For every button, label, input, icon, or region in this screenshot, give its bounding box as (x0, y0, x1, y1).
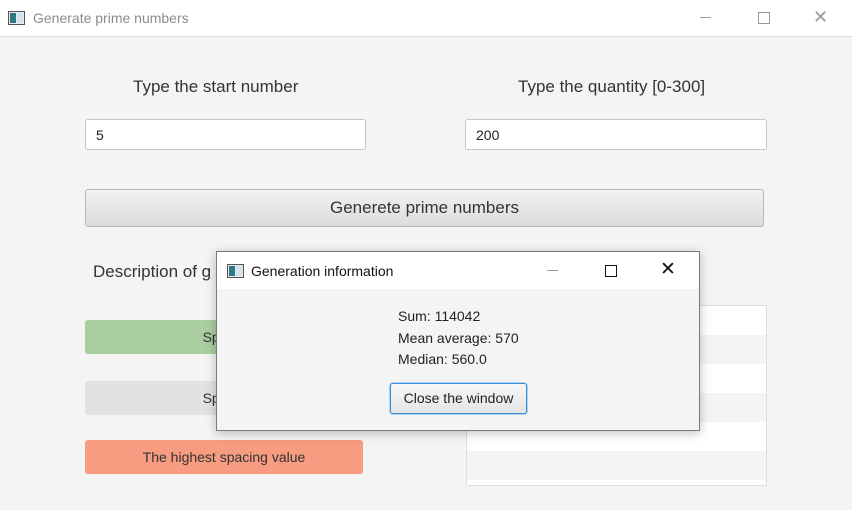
generate-button[interactable]: Generete prime numbers (85, 189, 764, 227)
quantity-label: Type the quantity [0-300] (518, 77, 706, 96)
close-icon: ✕ (813, 7, 829, 27)
minimize-button[interactable] (682, 0, 728, 36)
app-icon (8, 11, 25, 25)
list-item[interactable] (467, 451, 766, 480)
close-window-button[interactable]: Close the window (390, 383, 527, 414)
start-number-label: Type the start number (133, 77, 299, 96)
maximize-button[interactable] (740, 0, 786, 36)
sum-text: Sum: 114042 (398, 308, 481, 324)
mean-text: Mean average: 570 (398, 330, 519, 346)
dialog-titlebar: Generation information ✕ (217, 252, 699, 289)
window-titlebar: Generate prime numbers ✕ (0, 0, 852, 37)
dialog-maximize-icon[interactable] (605, 265, 617, 277)
generation-info-dialog: Generation information ✕ Sum: 114042 Mea… (216, 251, 700, 431)
legend-red: The highest spacing value (85, 440, 363, 474)
dialog-close-icon[interactable]: ✕ (660, 259, 676, 281)
dialog-app-icon (227, 264, 244, 278)
close-button[interactable]: ✕ (798, 0, 844, 36)
quantity-field[interactable]: 200 (465, 119, 767, 150)
minimize-icon (700, 17, 711, 18)
dialog-title: Generation information (251, 263, 394, 279)
dialog-minimize-icon[interactable] (547, 270, 558, 271)
legend-red-label: The highest spacing value (142, 449, 306, 465)
maximize-icon (758, 12, 770, 24)
window-title: Generate prime numbers (33, 10, 189, 26)
median-text: Median: 560.0 (398, 351, 487, 367)
description-label: Description of g (93, 262, 212, 281)
start-number-field[interactable]: 5 (85, 119, 366, 150)
